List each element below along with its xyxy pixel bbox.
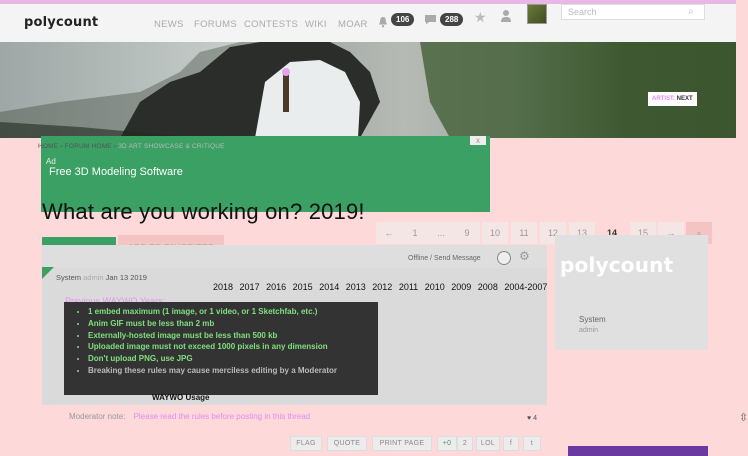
breadcrumb-category[interactable]: 3D ART SHOWCASE & CRITIQUE: [118, 143, 224, 150]
vote-count: 2: [457, 436, 473, 451]
status-circle-icon[interactable]: [497, 251, 511, 265]
years-list: 2018 2017 2016 2015 2014 2013 2012 2011 …: [213, 282, 551, 292]
notifications-badge: 106: [391, 13, 415, 26]
page-1[interactable]: 1: [402, 222, 428, 244]
year-link[interactable]: 2011: [399, 282, 418, 292]
rule-item: Externally-hosted image must be less tha…: [88, 330, 378, 342]
star-icon[interactable]: ★: [474, 9, 487, 26]
search-icon[interactable]: ⌕: [688, 6, 694, 17]
sidebar-purple-block: [568, 446, 708, 456]
top-nav-bar: polycount NEWS FORUMS CONTESTS WIKI MOAR…: [0, 0, 736, 44]
year-link[interactable]: 2017: [240, 282, 260, 292]
breadcrumb-forum-home[interactable]: FORUM HOME: [65, 143, 112, 150]
page-9[interactable]: 9: [454, 222, 480, 244]
year-link[interactable]: 2004-2007: [504, 282, 547, 292]
post-author-name[interactable]: System: [56, 273, 81, 282]
messages-icon[interactable]: [424, 14, 437, 25]
post-date: Jan 13 2019: [105, 273, 147, 282]
nav-contests[interactable]: CONTESTS: [244, 19, 298, 30]
year-link[interactable]: 2012: [372, 282, 392, 292]
page-10[interactable]: 10: [482, 222, 508, 244]
moderator-note-label: Moderator note:: [69, 412, 126, 421]
year-link[interactable]: 2015: [293, 282, 313, 292]
bell-icon[interactable]: [377, 16, 389, 28]
moderator-note: Moderator note: Please read the rules be…: [69, 412, 310, 421]
breadcrumb-home[interactable]: HOME: [38, 143, 58, 150]
nav-news[interactable]: NEWS: [154, 19, 184, 30]
user-avatar[interactable]: [527, 4, 547, 24]
search-input[interactable]: Search: [561, 4, 705, 20]
like-count-value: 4: [533, 415, 538, 422]
author-card-name[interactable]: System: [579, 315, 606, 324]
post-author-status[interactable]: Offline / Send Message: [408, 255, 481, 262]
vote-up-button[interactable]: +0: [437, 436, 457, 451]
like-count: ♥ 4: [527, 415, 537, 422]
rule-item: Anim GIF must be less than 2 mb: [88, 318, 378, 330]
nav-moar[interactable]: MOAR: [338, 19, 368, 30]
banner-artist-prefix: ARTIST:: [652, 96, 675, 102]
nav-forums[interactable]: FORUMS: [194, 19, 237, 30]
ad-close-icon[interactable]: x: [470, 136, 486, 145]
facebook-share-icon[interactable]: f: [503, 436, 519, 451]
year-link[interactable]: 2014: [319, 282, 339, 292]
author-avatar-logo[interactable]: polycount: [560, 253, 673, 277]
user-icon[interactable]: [500, 9, 512, 23]
quote-button[interactable]: QUOTE: [327, 436, 367, 451]
print-page-button[interactable]: PRINT PAGE: [372, 436, 432, 451]
messages-badge: 288: [440, 13, 464, 26]
year-link[interactable]: 2010: [425, 282, 445, 292]
year-link[interactable]: 2018: [213, 282, 233, 292]
site-logo[interactable]: polycount: [24, 15, 98, 30]
rules-image: 1 embed maximum (1 image, or 1 video, or…: [64, 302, 378, 395]
nav-wiki[interactable]: WIKI: [305, 19, 327, 30]
author-card-role: admin: [579, 327, 599, 334]
rule-item: 1 embed maximum (1 image, or 1 video, or…: [88, 306, 378, 318]
year-link[interactable]: 2009: [451, 282, 471, 292]
twitter-share-icon[interactable]: t: [523, 436, 541, 451]
post-corner-marker: [42, 267, 54, 279]
rule-item: Uploaded image must not exceed 1000 pixe…: [88, 341, 378, 353]
banner-artwork: [0, 42, 736, 138]
flag-button[interactable]: FLAG: [290, 436, 322, 451]
post-author-role: admin: [83, 273, 104, 282]
year-link[interactable]: 2008: [478, 282, 498, 292]
ad-text[interactable]: Free 3D Modeling Software: [49, 166, 183, 178]
author-card: polycount System admin: [555, 235, 708, 350]
year-link[interactable]: 2013: [346, 282, 366, 292]
ad-label: Ad: [46, 157, 56, 166]
rule-item: Don't upload PNG, use JPG: [88, 353, 378, 365]
page-11[interactable]: 11: [511, 222, 537, 244]
year-link[interactable]: 2016: [266, 282, 286, 292]
page-title: What are you working on? 2019!: [42, 199, 365, 224]
page-prev-button[interactable]: ←: [376, 222, 402, 244]
post-author-line: System admin Jan 13 2019: [56, 273, 147, 282]
moderator-note-text[interactable]: Please read the rules before posting in …: [134, 412, 311, 421]
mouse-cursor-icon: ⇳: [739, 412, 748, 424]
gear-icon[interactable]: ⚙: [519, 249, 530, 263]
page-ellipsis: ...: [428, 222, 454, 244]
lol-button[interactable]: LOL: [476, 436, 500, 451]
breadcrumb: HOME › FORUM HOME › 3D ART SHOWCASE & CR…: [38, 143, 225, 150]
banner-artist-tag[interactable]: ARTIST: NEXT: [648, 92, 697, 106]
banner-next-label: NEXT: [676, 96, 693, 102]
image-caption: WAYWO Usage: [152, 393, 210, 402]
hero-banner: [0, 42, 736, 138]
rule-item: Breaking these rules may cause merciless…: [88, 365, 378, 377]
